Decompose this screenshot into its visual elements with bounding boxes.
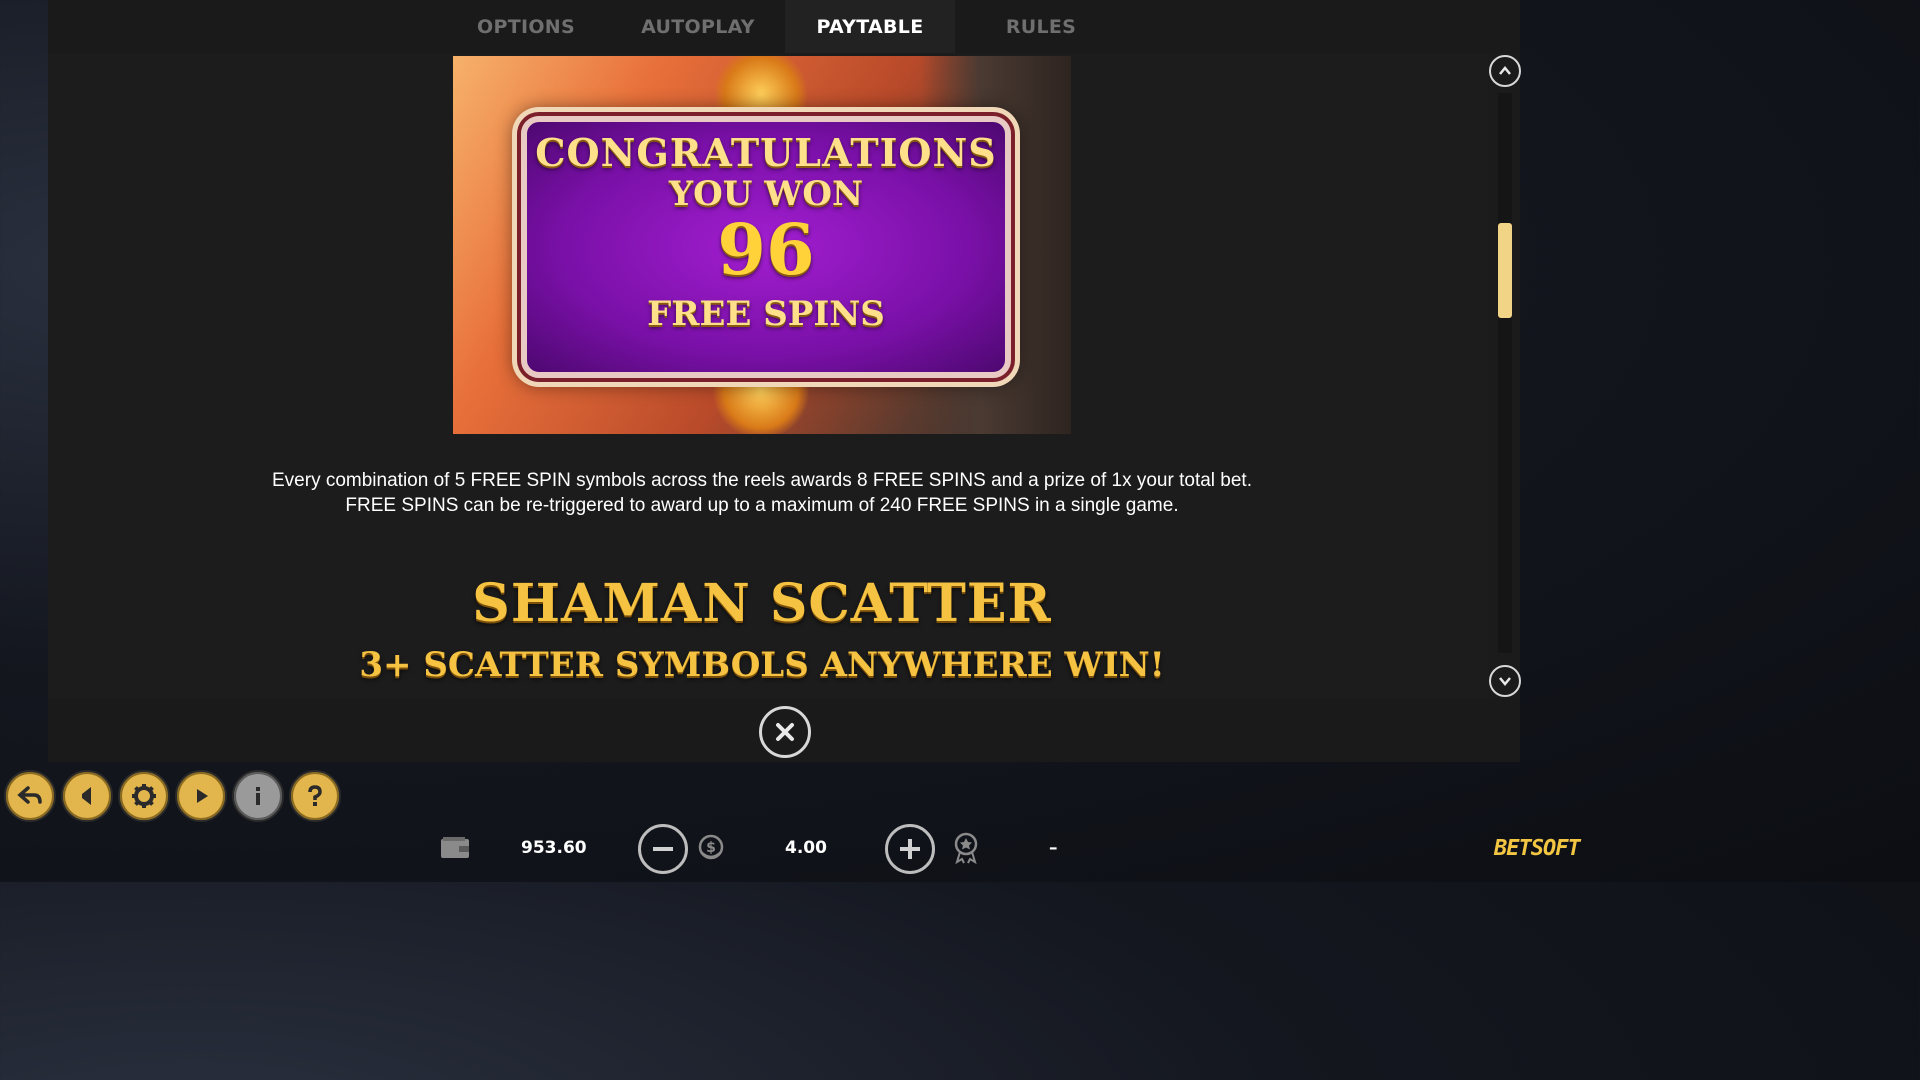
chevron-up-icon (1499, 66, 1511, 75)
help-button[interactable] (289, 770, 341, 822)
chevron-down-icon (1499, 677, 1511, 686)
section-title: SHAMAN SCATTER (472, 573, 1052, 634)
decrease-bet-button[interactable] (638, 824, 688, 874)
back-button[interactable] (4, 770, 56, 822)
award-icon (951, 832, 981, 864)
close-button[interactable] (759, 706, 811, 758)
svg-text:$: $ (706, 840, 716, 856)
free-spins-win-banner: CONGRATULATIONS YOU WON 96 FREE SPINS (453, 56, 1071, 434)
tab-autoplay[interactable]: AUTOPLAY (613, 0, 783, 53)
paytable-content: CONGRATULATIONS YOU WON 96 FREE SPINS Ev… (48, 53, 1488, 698)
bottom-bar: 953.60 $ 4.00 – BETSOFT (0, 762, 1581, 882)
close-bar (48, 698, 1520, 762)
plus-icon (900, 839, 920, 859)
banner-free-spins: FREE SPINS (647, 294, 885, 334)
minus-icon (653, 847, 673, 851)
increase-bet-button[interactable] (885, 824, 935, 874)
balance-value: 953.60 (521, 838, 587, 858)
info-icon (256, 787, 260, 805)
win-value: – (1049, 838, 1058, 858)
close-icon (776, 723, 794, 741)
back-icon (17, 786, 42, 804)
sound-button[interactable] (61, 770, 113, 822)
sound-icon (82, 787, 91, 805)
scroll-thumb[interactable] (1498, 223, 1512, 319)
coins-icon: $ (696, 834, 726, 864)
paytable-panel: OPTIONS AUTOPLAY PAYTABLE RULES CONGRATU… (48, 0, 1521, 762)
wallet-icon (440, 836, 470, 860)
tab-bar: OPTIONS AUTOPLAY PAYTABLE RULES (48, 0, 1520, 53)
scroll-up-button[interactable] (1489, 55, 1521, 87)
banner-frame: CONGRATULATIONS YOU WON 96 FREE SPINS (521, 116, 1011, 378)
tab-rules[interactable]: RULES (956, 0, 1126, 53)
help-icon (308, 785, 322, 806)
scroll-down-button[interactable] (1489, 665, 1521, 697)
info-button[interactable] (232, 770, 284, 822)
autoplay-button[interactable] (175, 770, 227, 822)
description-line-1: Every combination of 5 FREE SPIN symbols… (272, 470, 1252, 491)
crest-top-decoration (711, 56, 811, 122)
tab-paytable[interactable]: PAYTABLE (785, 0, 955, 53)
banner-spin-count: 96 (717, 208, 815, 291)
paytable-scrollbar[interactable] (1486, 53, 1521, 698)
bet-value: 4.00 (785, 838, 827, 858)
description-line-2: FREE SPINS can be re-triggered to award … (345, 495, 1179, 516)
settings-icon (132, 784, 156, 808)
betsoft-logo: BETSOFT (1494, 836, 1581, 861)
free-spins-description: Every combination of 5 FREE SPIN symbols… (48, 468, 1476, 518)
banner-congratulations: CONGRATULATIONS (535, 130, 997, 175)
autoplay-icon (197, 789, 208, 803)
section-subtitle: 3+ SCATTER SYMBOLS ANYWHERE WIN! (359, 645, 1165, 685)
tab-options[interactable]: OPTIONS (441, 0, 611, 53)
settings-button[interactable] (118, 770, 170, 822)
scroll-track[interactable] (1498, 93, 1512, 653)
